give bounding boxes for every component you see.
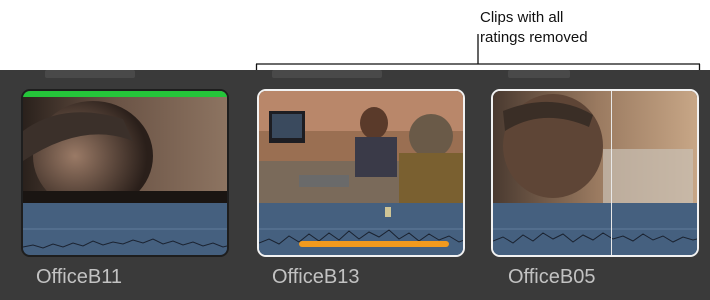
faded-row-label — [45, 70, 135, 78]
audio-waveform — [23, 203, 227, 255]
clip-thumbnail — [23, 91, 227, 203]
audio-waveform — [493, 203, 697, 255]
clip-name-label: OfficeB11 — [36, 266, 122, 288]
faded-row-label — [272, 70, 382, 78]
event-browser: OfficeB11 OfficeB13 OfficeB05 — [0, 70, 710, 300]
keyword-range-bar — [299, 241, 449, 247]
favorite-rating-bar — [23, 91, 227, 97]
faded-row-label — [508, 70, 570, 78]
skimmer-playhead[interactable] — [611, 91, 612, 255]
audio-waveform — [259, 203, 463, 255]
callout-bracket — [255, 34, 701, 72]
clip-officeb05[interactable] — [491, 89, 699, 257]
clip-thumbnail — [259, 91, 463, 203]
clip-thumbnail — [493, 91, 697, 203]
clip-name-label: OfficeB13 — [272, 266, 360, 288]
clip-name-label: OfficeB05 — [508, 266, 596, 288]
clip-officeb11[interactable] — [21, 89, 229, 257]
clip-officeb13[interactable] — [257, 89, 465, 257]
